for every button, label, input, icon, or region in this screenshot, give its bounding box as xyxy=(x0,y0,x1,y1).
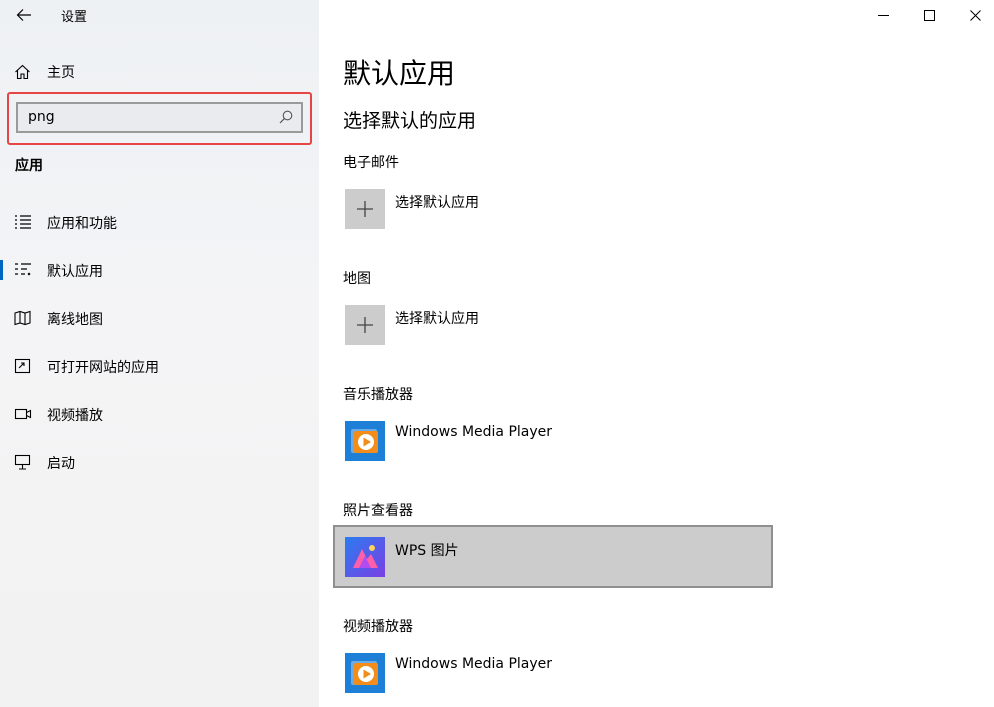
app-name: Windows Media Player xyxy=(395,424,553,440)
search-icon[interactable] xyxy=(279,110,293,124)
category-video-player-label: 视频播放器 xyxy=(343,619,413,635)
wps-pictures-icon xyxy=(345,537,385,577)
minimize-button[interactable] xyxy=(860,0,906,30)
back-button[interactable] xyxy=(10,2,38,28)
back-arrow-icon xyxy=(16,9,31,21)
sidebar-item-label: 视频播放 xyxy=(47,408,103,424)
offline-maps-icon xyxy=(14,310,31,326)
home-icon xyxy=(15,64,30,80)
sidebar-item-video-playback[interactable]: 视频播放 xyxy=(0,394,319,434)
video-playback-icon xyxy=(14,408,32,420)
search-input[interactable]: png xyxy=(16,102,303,133)
category-photo-viewer-label: 照片查看器 xyxy=(343,503,413,519)
startup-icon xyxy=(14,454,31,470)
selection-indicator xyxy=(0,260,3,280)
app-name: 选择默认应用 xyxy=(395,195,479,211)
sidebar-item-label: 默认应用 xyxy=(47,264,103,280)
search-highlight-frame: png xyxy=(7,92,312,145)
minimize-icon xyxy=(877,14,889,16)
plus-icon xyxy=(345,189,385,229)
category-music-player-label: 音乐播放器 xyxy=(343,387,413,403)
windows-media-player-icon xyxy=(345,653,385,693)
apps-features-icon xyxy=(15,215,31,229)
category-email-label: 电子邮件 xyxy=(343,155,399,171)
app-name: Windows Media Player xyxy=(395,656,553,672)
sidebar-item-apps-features[interactable]: 应用和功能 xyxy=(0,202,319,242)
windows-media-player-icon xyxy=(345,421,385,461)
sidebar-item-label: 启动 xyxy=(47,456,75,472)
app-name: WPS 图片 xyxy=(395,543,459,559)
sidebar-item-apps-for-websites[interactable]: 可打开网站的应用 xyxy=(0,346,319,386)
plus-icon xyxy=(345,305,385,345)
home-label: 主页 xyxy=(47,65,75,81)
default-apps-icon xyxy=(15,263,31,276)
sidebar-item-default-apps[interactable]: 默认应用 xyxy=(0,250,319,290)
apps-for-websites-icon xyxy=(14,358,31,374)
maximize-icon xyxy=(923,9,935,21)
section-subtitle: 选择默认的应用 xyxy=(343,110,477,132)
app-name: 选择默认应用 xyxy=(395,311,479,327)
sidebar-home[interactable]: 主页 xyxy=(14,61,75,83)
close-button[interactable] xyxy=(952,0,994,30)
close-icon xyxy=(969,9,981,21)
sidebar-item-startup[interactable]: 启动 xyxy=(0,442,319,482)
sidebar-item-label: 应用和功能 xyxy=(47,216,117,232)
sidebar-item-label: 可打开网站的应用 xyxy=(47,360,159,376)
page-title: 默认应用 xyxy=(343,57,456,90)
window-title: 设置 xyxy=(61,10,88,25)
sidebar-item-offline-maps[interactable]: 离线地图 xyxy=(0,298,319,338)
search-input-value: png xyxy=(28,109,55,125)
sidebar-item-label: 离线地图 xyxy=(47,312,103,328)
sidebar: 设置 主页 png 应用 应用和功能 默认应用 离线地图 可打开网站的应用 视频… xyxy=(0,0,319,707)
section-title: 应用 xyxy=(15,158,43,174)
category-maps-label: 地图 xyxy=(343,271,371,287)
maximize-button[interactable] xyxy=(906,0,952,30)
